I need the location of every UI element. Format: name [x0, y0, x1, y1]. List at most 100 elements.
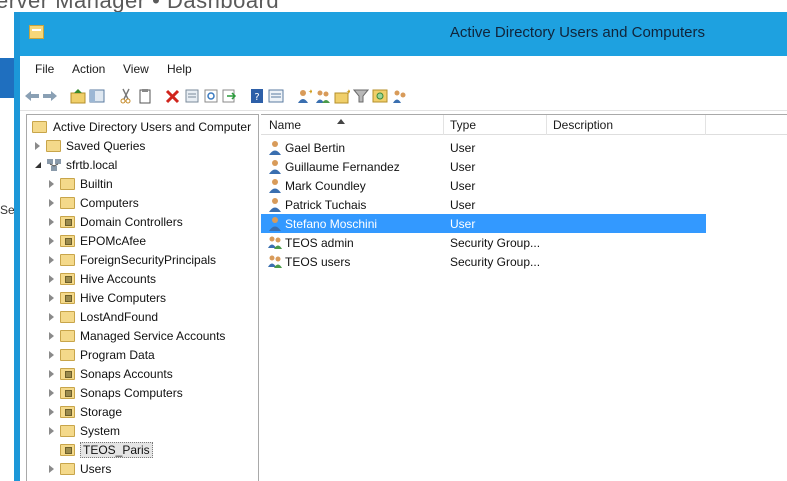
user-icon — [269, 217, 281, 231]
folder-icon — [60, 463, 75, 475]
user-icon — [269, 141, 281, 155]
refresh-icon[interactable] — [203, 88, 219, 104]
delete-icon[interactable] — [165, 88, 181, 104]
menu-action[interactable]: Action — [72, 62, 105, 76]
export-icon[interactable] — [221, 88, 237, 104]
help-icon[interactable]: ? — [249, 88, 265, 104]
expand-arrow-icon[interactable] — [49, 218, 54, 226]
expand-arrow-icon[interactable] — [49, 351, 54, 359]
list-item[interactable]: TEOS users Security Group... — [261, 252, 706, 271]
column-description-label: Description — [553, 118, 614, 132]
svg-text:✦: ✦ — [308, 88, 312, 96]
properties-icon[interactable] — [184, 88, 200, 104]
column-header-description[interactable]: Description — [547, 115, 706, 135]
folder-icon — [60, 254, 75, 266]
list-item[interactable]: Patrick Tuchais User — [261, 195, 706, 214]
folder-icon — [60, 197, 75, 209]
cell-type: User — [450, 160, 476, 174]
cell-name: TEOS users — [285, 255, 351, 269]
ou-folder-icon — [60, 387, 75, 399]
list-item[interactable]: Mark Coundley User — [261, 176, 706, 195]
user-icon — [269, 160, 281, 174]
copy-icon[interactable] — [137, 88, 153, 104]
tree-item-label: Sonaps Accounts — [80, 367, 173, 381]
new-user-icon[interactable]: ✦ — [296, 88, 312, 104]
folder-icon — [60, 330, 75, 342]
ou-folder-icon — [60, 406, 75, 418]
list-item[interactable]: TEOS admin Security Group... — [261, 233, 706, 252]
aduc-window: Active Directory Users and Computers Fil… — [20, 12, 787, 481]
forward-icon[interactable] — [42, 88, 58, 104]
cell-type: User — [450, 179, 476, 193]
tree-item-label: EPOMcAfee — [80, 234, 147, 248]
cell-type: Security Group... — [450, 236, 541, 250]
expand-arrow-icon[interactable] — [49, 332, 54, 340]
cell-type: User — [450, 217, 476, 231]
tree-root-label: Active Directory Users and Computer — [53, 120, 252, 134]
new-ou-icon[interactable]: ✦ — [334, 88, 350, 104]
expand-arrow-icon[interactable] — [35, 142, 40, 150]
column-header-type[interactable]: Type — [444, 115, 547, 135]
user-icon — [269, 198, 281, 212]
details-view-icon[interactable] — [268, 88, 284, 104]
expand-arrow-icon[interactable] — [49, 389, 54, 397]
background-title-text: erver Manager • Dashboard — [0, 0, 279, 12]
tree-item-label: TEOS_Paris — [80, 442, 153, 458]
tree-item-label: ForeignSecurityPrincipals — [80, 253, 217, 267]
group-icon — [268, 255, 282, 268]
list-item[interactable]: Gael Bertin User — [261, 138, 706, 157]
cut-icon[interactable] — [118, 88, 134, 104]
back-icon[interactable] — [24, 88, 40, 104]
filter-icon[interactable] — [353, 88, 369, 104]
menu-bar: File Action View Help — [20, 56, 787, 81]
column-header-name[interactable]: Name — [261, 115, 444, 135]
expand-arrow-icon[interactable] — [49, 313, 54, 321]
expand-arrow-icon[interactable] — [49, 370, 54, 378]
new-group-icon[interactable] — [315, 88, 331, 104]
cell-type: User — [450, 198, 476, 212]
find-icon[interactable] — [372, 88, 388, 104]
add-to-group-icon[interactable] — [391, 88, 407, 104]
domain-icon — [47, 159, 61, 171]
tree-item-label: Sonaps Computers — [80, 386, 183, 400]
tree-item-label: Users — [80, 462, 112, 476]
tree-item-label: System — [80, 424, 121, 438]
list-item[interactable]: Stefano Moschini User — [261, 214, 706, 233]
ou-folder-icon — [60, 273, 75, 285]
expand-arrow-icon[interactable] — [49, 465, 54, 473]
cell-name: Patrick Tuchais — [285, 198, 367, 212]
list-item[interactable]: Guillaume Fernandez User — [261, 157, 706, 176]
menu-file[interactable]: File — [35, 62, 54, 76]
list-header: Name Type Description — [261, 115, 787, 135]
cell-name: Mark Coundley — [285, 179, 366, 193]
tree-item-label: Builtin — [80, 177, 113, 191]
tree-item-label: LostAndFound — [80, 310, 159, 324]
toolbar: ? ✦ ✦ — [20, 81, 787, 111]
cell-type: Security Group... — [450, 255, 541, 269]
folder-icon — [60, 425, 75, 437]
menu-view[interactable]: View — [123, 62, 149, 76]
folder-icon — [60, 311, 75, 323]
expand-arrow-icon[interactable] — [49, 294, 54, 302]
expand-arrow-icon[interactable] — [49, 275, 54, 283]
expand-arrow-icon[interactable] — [49, 408, 54, 416]
cell-name: Gael Bertin — [285, 141, 346, 155]
results-list: Name Type Description Gael Bertin User Gui… — [261, 114, 787, 481]
svg-text:?: ? — [254, 92, 259, 103]
expand-arrow-icon[interactable] — [49, 199, 54, 207]
console-tree-icon[interactable] — [89, 88, 105, 104]
user-icon — [269, 179, 281, 193]
up-folder-icon[interactable] — [70, 88, 86, 104]
expand-arrow-icon[interactable] — [49, 427, 54, 435]
expand-arrow-icon[interactable] — [49, 237, 54, 245]
title-bar[interactable]: Active Directory Users and Computers — [20, 12, 787, 56]
tree-item-label: Computers — [80, 196, 139, 210]
tree-item-label: Storage — [80, 405, 123, 419]
expand-arrow-icon[interactable] — [49, 256, 54, 264]
window-title: Active Directory Users and Computers — [449, 24, 705, 41]
column-name-label: Name — [269, 118, 302, 132]
menu-help[interactable]: Help — [167, 62, 192, 76]
expand-arrow-icon[interactable] — [49, 180, 54, 188]
collapse-arrow-icon[interactable] — [35, 162, 41, 168]
cell-name: Stefano Moschini — [285, 217, 378, 231]
